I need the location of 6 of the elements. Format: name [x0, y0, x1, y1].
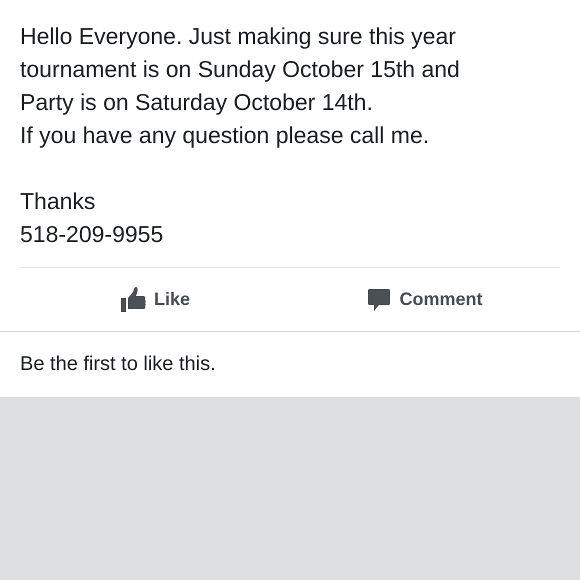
action-button[interactable]: Comment	[290, 282, 560, 318]
action-button[interactable]: Like	[20, 280, 290, 318]
likes-summary: Be the first to like this.	[20, 353, 216, 376]
speech-bubble-icon	[367, 288, 392, 312]
post-message: Hello Everyone. Just making sure this year tournament is on Sunday October 15th and Party is on Saturday October 14th. If you have any question please call me. Thanks 518-209-9955	[19, 22, 461, 249]
thumbs-up-icon	[120, 286, 146, 312]
